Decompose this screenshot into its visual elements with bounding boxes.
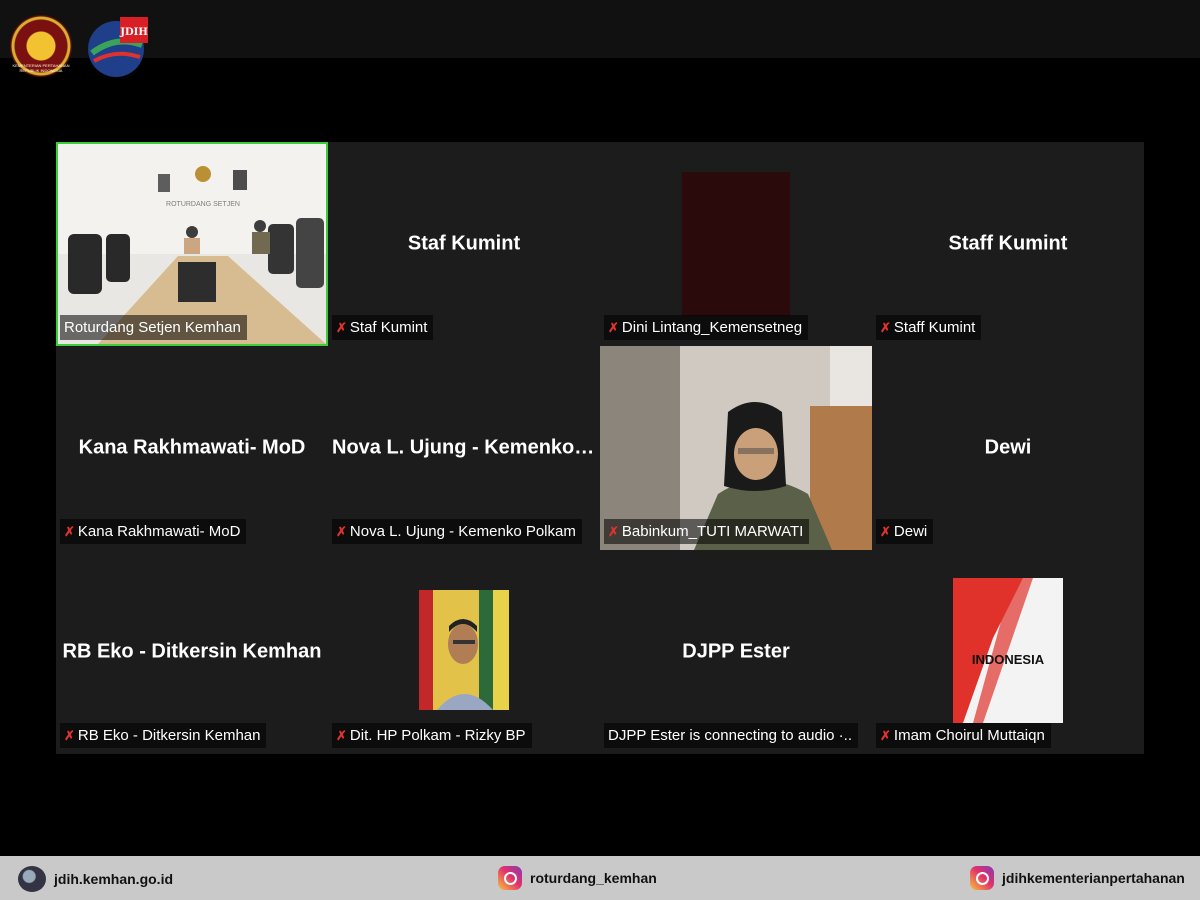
participant-name: Roturdang Setjen Kemhan	[64, 319, 241, 336]
participant-name: Dewi	[893, 523, 928, 540]
participant-tile-5[interactable]: Nova L. Ujung - Kemenko P... ✗ Nova L. U…	[328, 346, 600, 550]
instagram-link-2[interactable]: jdihkementerianpertahanan	[970, 866, 1185, 890]
kemhan-logo: KEMENTERIAN PERTAHANAN REPUBLIK INDONESI…	[10, 15, 72, 77]
participant-name: Staf Kumint	[349, 319, 428, 336]
muted-mic-icon: ✗	[880, 319, 891, 335]
website-text: jdih.kemhan.go.id	[54, 871, 174, 887]
muted-mic-icon: ✗	[608, 523, 619, 539]
muted-mic-icon: ✗	[336, 727, 347, 743]
participant-name-label: ✗ Imam Choirul Muttaiqn	[876, 723, 1051, 748]
participant-display-name: Kana Rakhmawati- MoD	[78, 436, 306, 459]
instagram-link-1[interactable]: roturdang_kemhan	[498, 866, 657, 890]
participant-name-label: ✗ Staff Kumint	[876, 315, 982, 340]
participant-display-name: DJPP Ester	[682, 640, 790, 663]
participant-tile-4[interactable]: Kana Rakhmawati- MoD ✗ Kana Rakhmawati- …	[56, 346, 328, 550]
participant-name-label: DJPP Ester is connecting to audio ·..	[604, 723, 859, 748]
participant-name-label: ✗ Dit. HP Polkam - Rizky BP	[332, 723, 532, 748]
participant-name-label: Roturdang Setjen Kemhan	[60, 315, 247, 340]
participant-name: Staff Kumint	[893, 319, 976, 336]
participant-name-label: ✗ Dewi	[876, 519, 934, 544]
participant-name-label: ✗ Dini Lintang_Kemensetneg	[604, 315, 809, 340]
participant-tile-3[interactable]: Staff Kumint ✗ Staff Kumint	[872, 142, 1144, 346]
participant-display-name: Staf Kumint	[407, 232, 521, 255]
participant-tile-2[interactable]: ✗ Dini Lintang_Kemensetneg	[600, 142, 872, 346]
muted-mic-icon: ✗	[336, 319, 347, 335]
participant-name-label: ✗ RB Eko - Ditkersin Kemhan	[60, 723, 267, 748]
participant-tile-9[interactable]: ✗ Dit. HP Polkam - Rizky BP	[328, 550, 600, 754]
participant-name: DJPP Ester is connecting to audio ·..	[608, 727, 853, 744]
website-link[interactable]: jdih.kemhan.go.id	[18, 866, 173, 892]
top-bar	[0, 0, 1200, 58]
instagram-handle-2: jdihkementerianpertahanan	[1002, 870, 1185, 886]
participant-name: Kana Rakhmawati- MoD	[77, 523, 241, 540]
muted-mic-icon: ✗	[64, 727, 75, 743]
instagram-icon	[970, 866, 994, 890]
participant-name-label: ✗ Staf Kumint	[332, 315, 434, 340]
participant-name: Dit. HP Polkam - Rizky BP	[349, 727, 526, 744]
participant-name-label: ✗ Babinkum_TUTI MARWATI	[604, 519, 810, 544]
participant-tile-7[interactable]: Dewi ✗ Dewi	[872, 346, 1144, 550]
instagram-handle-1: roturdang_kemhan	[530, 870, 657, 886]
participant-display-name: Nova L. Ujung - Kemenko P...	[332, 436, 600, 459]
participant-name: Babinkum_TUTI MARWATI	[621, 523, 804, 540]
participant-display-name: Dewi	[984, 436, 1032, 459]
indonesia-avatar: INDONESIA	[953, 578, 1063, 723]
participant-name: Imam Choirul Muttaiqn	[893, 727, 1045, 744]
participant-tile-10[interactable]: DJPP Ester DJPP Ester is connecting to a…	[600, 550, 872, 754]
participant-tile-0[interactable]: ROTURDANG SETJEN Roturdang Setjen Kemhan	[56, 142, 328, 346]
avatar-text: INDONESIA	[972, 652, 1045, 667]
muted-mic-icon: ✗	[64, 523, 75, 539]
participant-name: Nova L. Ujung - Kemenko Polkam	[349, 523, 576, 540]
muted-mic-icon: ✗	[336, 523, 347, 539]
participant-name: RB Eko - Ditkersin Kemhan	[77, 727, 261, 744]
participant-tile-11[interactable]: INDONESIA ✗ Imam Choirul Muttaiqn	[872, 550, 1144, 754]
jdih-logo-text: JDIH	[119, 27, 148, 38]
video-grid: ROTURDANG SETJEN Roturdang Setjen Kemhan…	[56, 142, 1144, 754]
dark-video	[682, 172, 790, 316]
participant-tile-8[interactable]: RB Eko - Ditkersin Kemhan ✗ RB Eko - Dit…	[56, 550, 328, 754]
participant-tile-1[interactable]: Staf Kumint ✗ Staf Kumint	[328, 142, 600, 346]
jdih-logo: JDIH	[88, 17, 148, 77]
muted-mic-icon: ✗	[608, 319, 619, 335]
muted-mic-icon: ✗	[880, 523, 891, 539]
participant-name-label: ✗ Nova L. Ujung - Kemenko Polkam	[332, 519, 582, 544]
kemhan-logo-text: KEMENTERIAN PERTAHANAN REPUBLIK INDONESI…	[12, 63, 70, 73]
footer-bar: jdih.kemhan.go.id roturdang_kemhan jdihk…	[0, 856, 1200, 900]
meeting-room-video: ROTURDANG SETJEN	[58, 144, 326, 344]
participant-name: Dini Lintang_Kemensetneg	[621, 319, 803, 336]
participant-photo	[419, 590, 509, 710]
participant-display-name: Staff Kumint	[948, 232, 1068, 255]
participant-display-name: RB Eko - Ditkersin Kemhan	[62, 640, 322, 663]
instagram-icon	[498, 866, 522, 890]
participant-name-label: ✗ Kana Rakhmawati- MoD	[60, 519, 247, 544]
participant-tile-6[interactable]: ✗ Babinkum_TUTI MARWATI	[600, 346, 872, 550]
globe-icon	[18, 866, 46, 892]
muted-mic-icon: ✗	[880, 727, 891, 743]
